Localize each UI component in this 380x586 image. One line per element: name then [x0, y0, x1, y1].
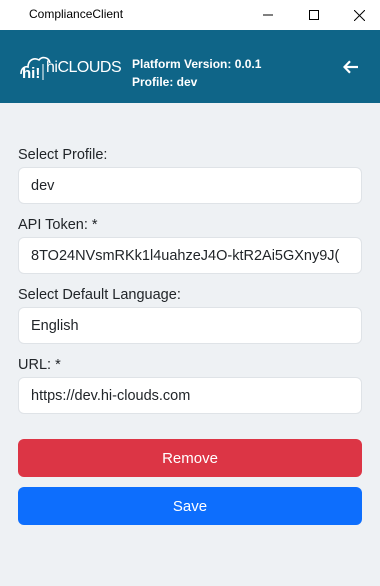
platform-version: Platform Version: 0.0.1 — [132, 57, 262, 71]
minimize-icon — [263, 14, 273, 16]
close-button[interactable] — [336, 0, 380, 30]
close-icon — [353, 9, 365, 21]
arrow-left-icon — [343, 60, 358, 74]
remove-button[interactable]: Remove — [18, 439, 362, 477]
minimize-button[interactable] — [245, 0, 291, 30]
api-token-label: API Token: * — [18, 217, 98, 233]
profile-form: Select Profile: dev API Token: * 8TO24NV… — [0, 103, 380, 586]
url-label: URL: * — [18, 357, 61, 373]
profile-label: Select Profile: — [18, 147, 108, 163]
language-select[interactable]: English — [18, 307, 362, 344]
hiclouds-logo: hi! hiCLOUDS — [19, 52, 122, 84]
header-info: Platform Version: 0.0.1 Profile: dev — [132, 55, 261, 91]
window-titlebar: ComplianceClient — [0, 0, 380, 30]
profile-name: Profile: dev — [132, 75, 198, 89]
app-header: hi! hiCLOUDS Platform Version: 0.0.1 Pro… — [0, 30, 380, 103]
maximize-icon — [309, 10, 319, 20]
language-label: Select Default Language: — [18, 287, 181, 303]
window-title: ComplianceClient — [29, 7, 124, 21]
api-token-input[interactable]: 8TO24NVsmRKk1l4uahzeJ4O-ktR2Ai5GXny9J( — [18, 237, 362, 274]
save-button[interactable]: Save — [18, 487, 362, 525]
url-input[interactable]: https://dev.hi-clouds.com — [18, 377, 362, 414]
maximize-button[interactable] — [291, 0, 337, 30]
back-button[interactable] — [339, 57, 363, 77]
profile-select[interactable]: dev — [18, 167, 362, 204]
svg-text:hi!: hi! — [22, 65, 40, 82]
logo-text: hiCLOUDS — [46, 59, 122, 76]
